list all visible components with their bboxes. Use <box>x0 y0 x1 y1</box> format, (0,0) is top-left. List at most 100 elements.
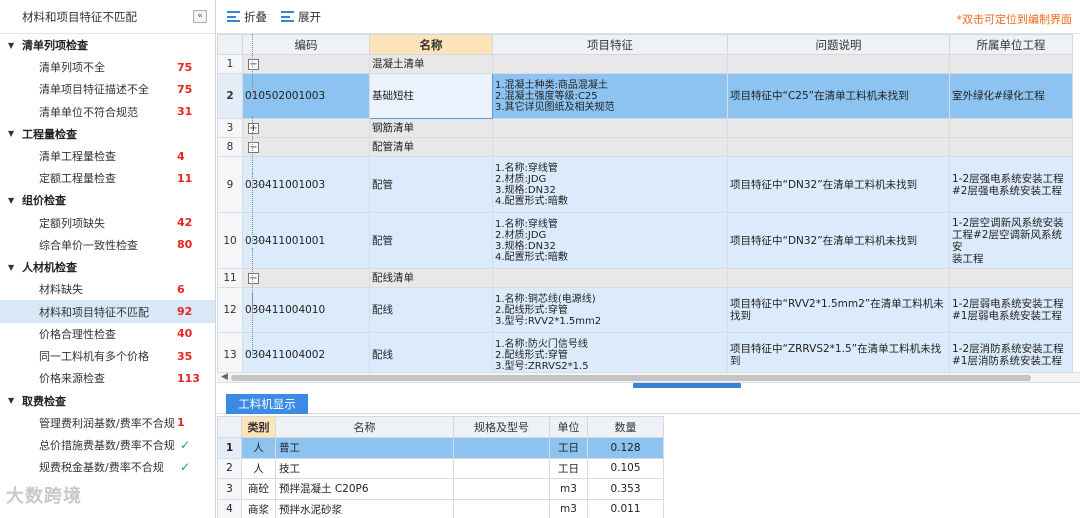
tree-item[interactable]: 清单工程量检查 4 <box>0 145 215 167</box>
tree-group-label: 人材机检查 <box>22 261 77 275</box>
tree-group[interactable]: ▼ 清单列项检查 <box>0 34 215 56</box>
panel-header: 材料和项目特征不匹配 « <box>0 0 215 34</box>
group-name: 钢筋清单 <box>369 118 493 138</box>
item-name[interactable]: 配管 <box>369 212 493 269</box>
item-name[interactable]: 配管 <box>369 156 493 213</box>
tree-item[interactable]: 清单项目特征描述不全 75 <box>0 78 215 100</box>
col-header-category[interactable]: 类别 <box>241 416 276 438</box>
tree-item[interactable]: 定额工程量检查 11 <box>0 167 215 189</box>
col-header-spec[interactable]: 规格及型号 <box>453 416 550 438</box>
scroll-left-icon[interactable]: ◀ <box>221 372 228 382</box>
item-features: 1.名称:铜芯线(电源线) 2.配线形式:穿管 3.型号:RVV2*1.5mm2 <box>492 287 728 333</box>
col-header-material-name[interactable]: 名称 <box>275 416 454 438</box>
material-category: 人 <box>241 457 276 479</box>
collapse-icon <box>227 11 240 22</box>
expand-arrow-icon[interactable]: ▼ <box>8 263 22 272</box>
expand-icon <box>281 11 294 22</box>
tree-item[interactable]: 同一工料机有多个价格 35 <box>0 345 215 367</box>
table-row[interactable]: 3 商砼 预拌混凝土 C20P6 m3 0.353 <box>217 478 664 500</box>
tree-item[interactable]: 材料缺失 6 <box>0 278 215 300</box>
expand-arrow-icon[interactable]: ▼ <box>8 129 22 138</box>
col-header-issue[interactable]: 问题说明 <box>727 34 950 55</box>
material-unit: 工日 <box>549 457 588 479</box>
item-name[interactable]: 基础短柱 <box>369 73 493 119</box>
issue-count: 92 <box>177 305 193 319</box>
collapse-label: 折叠 <box>244 9 267 24</box>
table-row[interactable]: 10 030411001001 配管 1.名称:穿线管 2.材质:JDG 3.规格:DN3… <box>217 173 1073 269</box>
table-row[interactable]: 2 010502001003 基础短柱 1.混凝土种类:商品混凝土 2.混凝土强度等级:… <box>217 34 1073 119</box>
expand-arrow-icon[interactable]: ▼ <box>8 196 22 205</box>
issue-count: 42 <box>177 216 193 230</box>
issue-description: 项目特征中“DN32”在清单工料机未找到 <box>727 156 950 213</box>
row-number: 12 <box>217 287 243 333</box>
table-row[interactable]: 11−配线清单 <box>217 268 1073 288</box>
row-number: 1 <box>217 54 243 74</box>
tree-item[interactable]: 综合单价一致性检查 80 <box>0 234 215 256</box>
tree-item[interactable]: 清单单位不符合规范 31 <box>0 101 215 123</box>
tree-item-label: 规费税金基数/费率不合规 <box>39 461 164 475</box>
tab-material-display[interactable]: 工料机显示 <box>226 394 308 414</box>
check-tree: ▼ 清单列项检查 清单列项不全 75 清单项目特征描述不全 75 清单单位不符合规范 31 ▼ 工… <box>0 34 215 478</box>
material-name: 普工 <box>275 437 454 459</box>
tree-group[interactable]: ▼ 组价检查 <box>0 189 215 211</box>
empty-cell <box>727 118 950 138</box>
empty-cell <box>492 268 728 288</box>
table-row[interactable]: 4 商浆 预拌水泥砂浆 m3 0.011 <box>217 498 664 518</box>
tree-group[interactable]: ▼ 工程量检查 <box>0 123 215 145</box>
col-header-quantity[interactable]: 数量 <box>587 416 664 438</box>
tree-item-label: 管理费利润基数/费率不合规 <box>39 416 175 430</box>
material-grid: 类别 名称 规格及型号 单位 数量 1 人普工 工日 0.128 2 人技工 工日 0.105… <box>217 416 664 518</box>
table-row[interactable]: 1−混凝土清单 <box>217 54 1073 74</box>
table-row[interactable]: 12 030411004010 配线 1.名称:铜芯线(电源线) 2.配线形式:穿管 3.… <box>217 248 1073 333</box>
expand-button[interactable]: 展开 <box>281 9 321 25</box>
col-header-features[interactable]: 项目特征 <box>492 34 728 55</box>
tree-item[interactable]: 材料和项目特征不匹配 92 <box>0 300 215 323</box>
material-quantity: 0.105 <box>587 457 664 479</box>
table-row[interactable]: 9 030411001003 配管 1.名称:穿线管 2.材质:JDG 3.规格:DN32… <box>217 117 1073 213</box>
panel-splitter-handle[interactable] <box>633 383 741 388</box>
tree-group[interactable]: ▼ 人材机检查 <box>0 256 215 278</box>
tree-item-label: 定额列项缺失 <box>39 216 105 230</box>
tree-item[interactable]: 价格来源检查 113 <box>0 367 215 389</box>
issue-count: 4 <box>177 149 185 163</box>
item-features: 1.混凝土种类:商品混凝土 2.混凝土强度等级:C25 3.其它详见图纸及相关规范 <box>492 73 728 119</box>
empty-cell <box>727 268 950 288</box>
unit-project: 1-2层强电系统安装工程 #2层强电系统安装工程 <box>949 156 1073 213</box>
item-name[interactable]: 配线 <box>369 332 493 378</box>
item-code: 010502001003 <box>242 34 370 119</box>
feature-line: 1.名称:穿线管 <box>495 162 558 174</box>
row-number: 13 <box>217 332 243 378</box>
tree-item[interactable]: 规费税金基数/费率不合规 ✓ <box>0 456 215 478</box>
collapse-button[interactable]: 折叠 <box>227 9 267 25</box>
tree-item[interactable]: 定额列项缺失 42 <box>0 211 215 233</box>
tree-group[interactable]: ▼ 取费检查 <box>0 390 215 412</box>
issue-count: 31 <box>177 105 193 119</box>
unit-project: 1-2层弱电系统安装工程 #1层弱电系统安装工程 <box>949 287 1073 333</box>
material-spec <box>453 498 550 518</box>
col-header-unit[interactable]: 单位 <box>549 416 588 438</box>
collapse-panel-icon[interactable]: « <box>193 10 207 23</box>
table-row[interactable]: 13 030411004002 配线 1.名称:防火门信号线 2.配线形式:穿管 3.型号… <box>217 293 1073 378</box>
tree-item-label: 价格来源检查 <box>39 372 105 386</box>
panel-title: 材料和项目特征不匹配 <box>22 9 137 24</box>
tree-item[interactable]: 价格合理性检查 40 <box>0 323 215 345</box>
tree-item[interactable]: 管理费利润基数/费率不合规 1 <box>0 412 215 434</box>
expand-arrow-icon[interactable]: ▼ <box>8 41 22 50</box>
tree-item[interactable]: 总价措施费基数/费率不合规 ✓ <box>0 434 215 456</box>
tree-item[interactable]: 清单列项不全 75 <box>0 56 215 78</box>
item-features: 1.名称:穿线管 2.材质:JDG 3.规格:DN32 4.配置形式:暗敷 <box>492 156 728 213</box>
item-name[interactable]: 配线 <box>369 287 493 333</box>
col-header-name[interactable]: 名称 <box>369 34 493 55</box>
col-header-unit-project[interactable]: 所属单位工程 <box>949 34 1073 55</box>
table-row[interactable]: 1 人普工 工日 0.128 <box>217 437 664 459</box>
tree-item-label: 定额工程量检查 <box>39 172 116 186</box>
horizontal-scrollbar[interactable]: ◀ <box>217 372 1080 383</box>
table-row[interactable]: 3+钢筋清单 <box>217 118 1073 138</box>
expand-arrow-icon[interactable]: ▼ <box>8 396 22 405</box>
table-row[interactable]: 2 人技工 工日 0.105 <box>217 457 664 479</box>
material-category: 人 <box>241 437 276 459</box>
table-row[interactable]: 8−配管清单 <box>217 137 1073 157</box>
scroll-thumb[interactable] <box>231 375 1031 381</box>
tree-item-label: 同一工料机有多个价格 <box>39 350 149 364</box>
issue-count: 80 <box>177 238 193 252</box>
